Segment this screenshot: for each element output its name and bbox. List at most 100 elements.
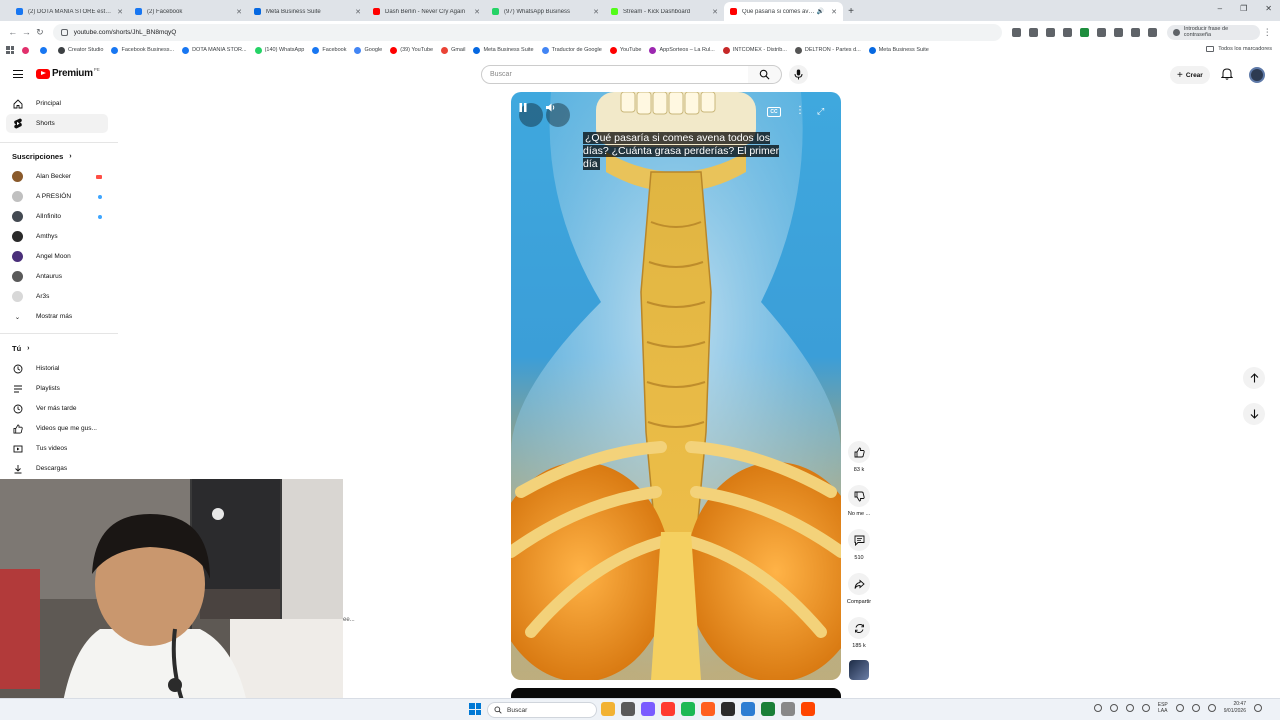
share-button[interactable] bbox=[848, 573, 870, 595]
mic-tray-icon[interactable] bbox=[1141, 704, 1150, 712]
taskbar-app-icon[interactable] bbox=[781, 702, 795, 716]
browser-tab[interactable]: (2) Facebook ✕ bbox=[129, 2, 248, 21]
bookmark-item[interactable] bbox=[22, 46, 32, 54]
captions-icon[interactable]: CC bbox=[767, 107, 781, 117]
new-tab-button[interactable]: + bbox=[843, 2, 859, 21]
all-bookmarks[interactable]: Todos los marcadores bbox=[1206, 46, 1272, 52]
menu-kebab-icon[interactable]: ⋮ bbox=[1260, 27, 1274, 38]
dislike-button[interactable] bbox=[848, 485, 870, 507]
tab-close-icon[interactable]: ✕ bbox=[831, 8, 837, 16]
bookmark-item[interactable]: Meta Business Suite bbox=[868, 46, 929, 54]
browser-tab[interactable]: (97) WhatsApp Business ✕ bbox=[486, 2, 605, 21]
bookmark-star-icon[interactable] bbox=[1046, 27, 1056, 37]
browser-tab[interactable]: Que pasaría si comes avena 🔊 ✕ bbox=[724, 2, 843, 21]
sidepanel-icon[interactable] bbox=[1148, 27, 1158, 37]
tab-close-icon[interactable]: ✕ bbox=[236, 8, 242, 16]
forward-icon[interactable]: → bbox=[20, 27, 34, 37]
browser-tab[interactable]: Dash Berlin - Never Cry Again ✕ bbox=[367, 2, 486, 21]
tray-app-icon[interactable] bbox=[1109, 704, 1118, 712]
fullscreen-icon[interactable]: ⤢ bbox=[817, 106, 824, 117]
sidebar-you-item[interactable]: Videos que me gus... bbox=[6, 419, 108, 438]
taskbar-app-icon[interactable] bbox=[621, 702, 635, 716]
bookmark-item[interactable]: Creator Studio bbox=[58, 46, 103, 54]
install-app-icon[interactable] bbox=[1012, 27, 1022, 37]
address-bar[interactable]: youtube.com/shorts/JhL_BN8mqyQ bbox=[52, 23, 1003, 41]
sidebar-you-item[interactable]: Playlists bbox=[6, 379, 108, 398]
taskbar-app-icon[interactable] bbox=[721, 702, 735, 716]
subscriptions-heading[interactable]: Suscripciones › bbox=[12, 152, 72, 161]
more-options-icon[interactable]: ⋮ bbox=[795, 106, 805, 116]
bookmark-item[interactable]: Facebook Business... bbox=[111, 46, 174, 54]
bookmark-item[interactable]: Traductor de Google bbox=[541, 46, 602, 54]
search-button[interactable] bbox=[748, 65, 782, 84]
windows-start-icon[interactable] bbox=[469, 703, 481, 715]
sidebar-subscription[interactable]: Ar3s bbox=[6, 287, 108, 306]
keyboard-language[interactable]: ESP LAA bbox=[1158, 702, 1168, 714]
extension-icon[interactable] bbox=[1097, 27, 1107, 37]
onedrive-icon[interactable] bbox=[1125, 704, 1134, 712]
sidebar-item-principal[interactable]: Principal bbox=[6, 94, 108, 113]
remix-button[interactable] bbox=[848, 617, 870, 639]
bookmark-item[interactable]: DOTA MANIA STOR... bbox=[182, 46, 247, 54]
bookmark-item[interactable]: Facebook bbox=[312, 46, 346, 54]
sidebar-subscription[interactable]: Alan Becker bbox=[6, 167, 108, 186]
tray-chevron-icon[interactable] bbox=[1093, 704, 1102, 712]
tab-close-icon[interactable]: ✕ bbox=[474, 8, 480, 16]
youtube-premium-logo[interactable]: Premium PE bbox=[36, 67, 100, 79]
volume-icon[interactable] bbox=[1191, 704, 1200, 712]
taskbar-app-icon[interactable] bbox=[761, 702, 775, 716]
clock[interactable]: 20:47 9/01/2026 bbox=[1224, 701, 1246, 715]
reload-icon[interactable]: ↻ bbox=[33, 27, 47, 38]
shorts-video-player[interactable]: CC ⋮ ⤢ ¿Qué pasaría si comes avena todos… bbox=[511, 92, 841, 680]
bookmark-item[interactable]: (140) WhatsApp bbox=[254, 46, 304, 54]
apps-grid-icon[interactable] bbox=[6, 46, 14, 54]
sidebar-subscription[interactable]: Antaurus bbox=[6, 267, 108, 286]
translate-icon[interactable] bbox=[1029, 27, 1039, 37]
puzzle-icon[interactable] bbox=[1114, 27, 1124, 37]
bookmark-item[interactable] bbox=[40, 46, 50, 54]
extension-green-icon[interactable] bbox=[1080, 27, 1090, 37]
taskbar-app-icon[interactable] bbox=[801, 702, 815, 716]
create-button[interactable]: + Crear bbox=[1170, 66, 1210, 84]
sidebar-item-shorts[interactable]: Shorts bbox=[6, 114, 108, 133]
battery-icon[interactable] bbox=[1207, 704, 1216, 712]
bookmark-item[interactable]: INTCOMEX - Distrib... bbox=[722, 46, 787, 54]
tab-close-icon[interactable]: ✕ bbox=[593, 8, 599, 16]
maximize-icon[interactable]: ❐ bbox=[1240, 4, 1247, 13]
account-avatar[interactable] bbox=[1249, 67, 1265, 83]
taskbar-app-icon[interactable] bbox=[701, 702, 715, 716]
bookmark-item[interactable]: Google bbox=[354, 46, 382, 54]
browser-tab[interactable]: Meta Business Suite ✕ bbox=[248, 2, 367, 21]
browser-tab[interactable]: Stream - Kick Dashboard ✕ bbox=[605, 2, 724, 21]
sidebar-you-item[interactable]: Tus videos bbox=[6, 439, 108, 458]
taskbar-search[interactable]: Buscar bbox=[487, 702, 597, 718]
sidebar-subscription[interactable]: Amthys bbox=[6, 227, 108, 246]
sound-source-thumbnail[interactable] bbox=[843, 660, 875, 680]
next-short-preview[interactable] bbox=[511, 688, 841, 698]
pause-button[interactable] bbox=[519, 103, 543, 127]
tab-close-icon[interactable]: ✕ bbox=[712, 8, 718, 16]
voice-search-button[interactable] bbox=[789, 65, 808, 84]
back-icon[interactable]: ← bbox=[6, 27, 20, 37]
comments-button[interactable] bbox=[848, 529, 870, 551]
sidebar-subscription[interactable]: A PRESIÓN bbox=[6, 187, 108, 206]
bookmark-item[interactable]: Gmail bbox=[441, 46, 465, 54]
bookmark-item[interactable]: DELTRON - Partes d... bbox=[794, 46, 861, 54]
sidebar-you-item[interactable]: Historial bbox=[6, 359, 108, 378]
sidebar-you-item[interactable]: Ver más tarde bbox=[6, 399, 108, 418]
menu-icon[interactable] bbox=[13, 70, 23, 81]
sidebar-subscription[interactable]: Angel Moon bbox=[6, 247, 108, 266]
taskbar-app-icon[interactable] bbox=[661, 702, 675, 716]
taskbar-app-icon[interactable] bbox=[681, 702, 695, 716]
site-info-icon[interactable] bbox=[60, 28, 68, 36]
sidebar-subscription[interactable]: AlInfinito bbox=[6, 207, 108, 226]
tab-close-icon[interactable]: ✕ bbox=[355, 8, 361, 16]
tab-close-icon[interactable]: ✕ bbox=[117, 8, 123, 16]
bookmark-item[interactable]: AppSorteos – La Rul... bbox=[649, 46, 715, 54]
taskbar-app-icon[interactable] bbox=[641, 702, 655, 716]
previous-short-button[interactable] bbox=[1243, 367, 1265, 389]
sidebar-you-item[interactable]: Descargas bbox=[6, 459, 108, 478]
taskbar-app-icon[interactable] bbox=[741, 702, 755, 716]
show-more-button[interactable]: ⌄ Mostrar más bbox=[6, 307, 108, 326]
you-heading[interactable]: Tú › bbox=[12, 344, 30, 353]
